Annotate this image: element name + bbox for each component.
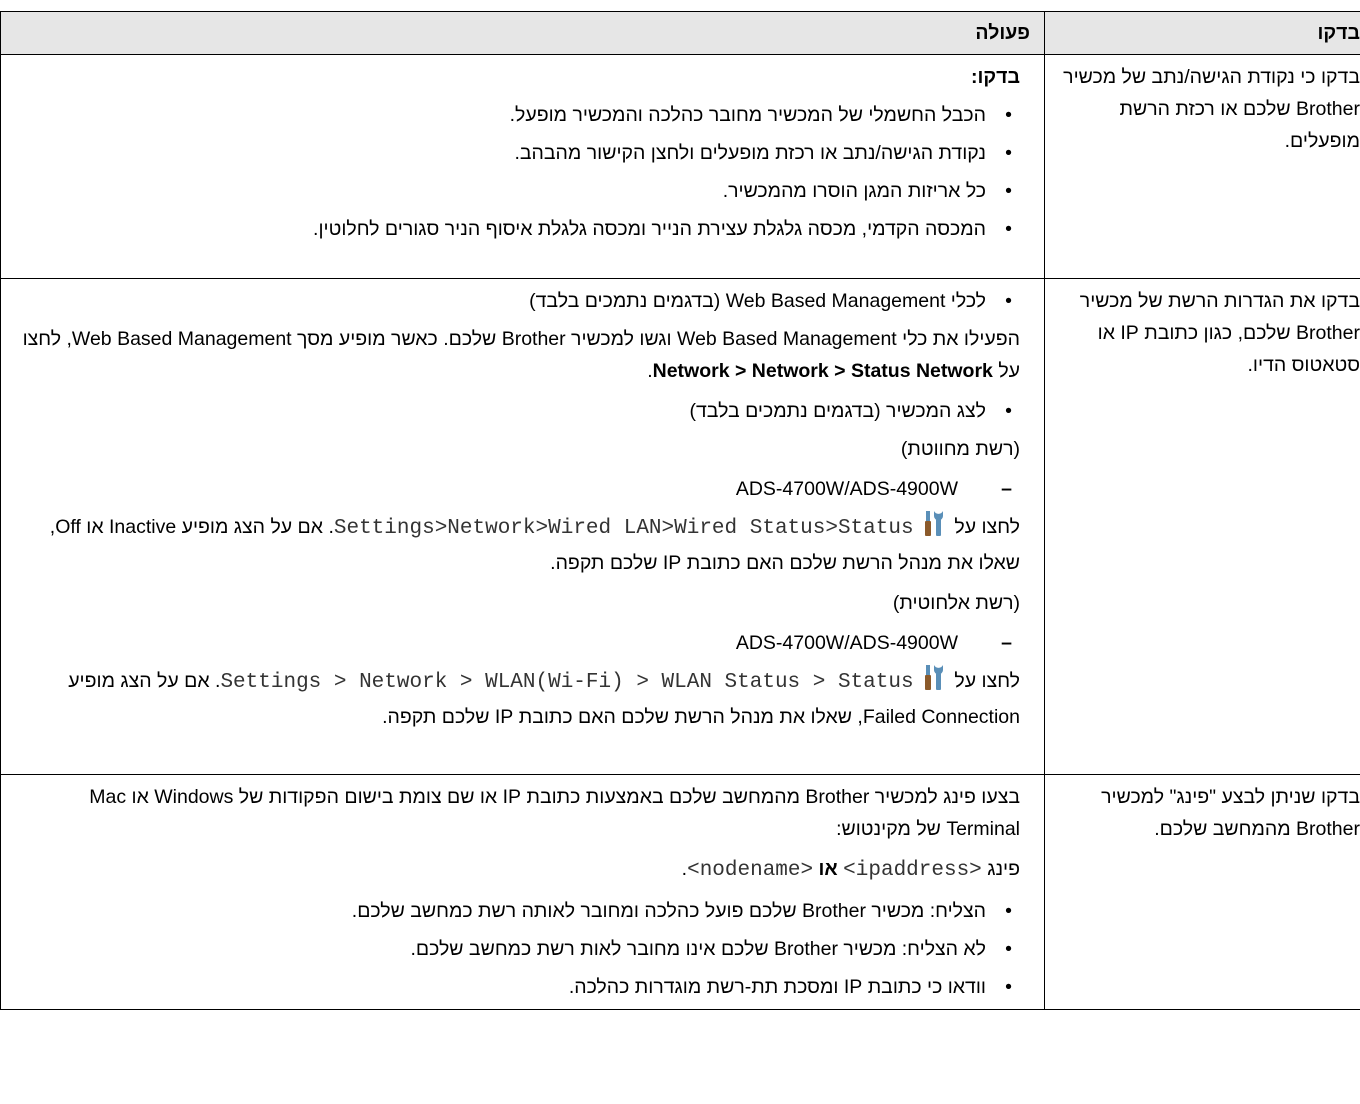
check-cell: בדקו את הגדרות הרשת של מכשיר Brother שלכ…: [1044, 278, 1360, 775]
ping-arg-ipaddress: <ipaddress>: [843, 859, 982, 882]
check-cell: בדקו כי נקודת הגישה/נתב של מכשיר Brother…: [1044, 54, 1360, 279]
list-item: הצליח: מכשיר Brother שלכם פועל כהלכה ומח…: [11, 895, 1020, 927]
list-item: כל אריזות המגן הוסרו מהמכשיר.: [11, 175, 1020, 207]
model-name: ADS-4700W/ADS-4900W: [11, 473, 1020, 505]
list-item: הכבל החשמלי של המכשיר מחובר כהלכה והמכשי…: [11, 99, 1020, 131]
ping-arg-nodename: <nodename>: [687, 859, 814, 882]
web-menu-path: Network > Network > Status Network: [652, 360, 993, 382]
action-cell: בדקו: הכבל החשמלי של המכשיר מחובר כהלכה …: [0, 54, 1045, 279]
list-item: נקודת הגישה/נתב או רכזת מופעלים ולחצן הק…: [11, 137, 1020, 169]
list-item: המכסה הקדמי, מכסה גלגלת עצירת הנייר ומכס…: [11, 213, 1020, 245]
list-item: וודאו כי כתובת IP ומסכת תת-רשת מוגדרות כ…: [11, 971, 1020, 1003]
ping-intro: בצעו פינג למכשיר Brother מהמחשב שלכם באמ…: [89, 786, 1020, 840]
check-label: בדקו:: [971, 66, 1020, 88]
ping-or: או: [818, 858, 838, 880]
settings-tools-icon: [923, 663, 945, 701]
check-cell: בדקו שניתן לבצע "פינג" למכשיר Brother מה…: [1044, 774, 1360, 1010]
table-row: בדקו כי נקודת הגישה/נתב של מכשיר Brother…: [0, 54, 1360, 279]
list-item-panel: לצג המכשיר (בדגמים נתמכים בלבד): [11, 395, 1020, 427]
wired-menu-path: Settings>Network>Wired LAN>Wired Status>…: [333, 517, 914, 540]
press-on-text: לחצו על: [954, 516, 1020, 538]
wired-instructions: לחצו על Settings>Network>Wired LAN>Wired…: [11, 509, 1020, 579]
model-name: ADS-4700W/ADS-4900W: [11, 627, 1020, 659]
press-on-text: לחצו על: [954, 670, 1020, 692]
header-check: בדקו: [1044, 11, 1360, 55]
action-cell: בצעו פינג למכשיר Brother מהמחשב שלכם באמ…: [0, 774, 1045, 1010]
table-row: בדקו את הגדרות הרשת של מכשיר Brother שלכ…: [0, 278, 1360, 775]
table-row: בדקו שניתן לבצע "פינג" למכשיר Brother מה…: [0, 774, 1360, 1010]
header-action: פעולה: [0, 11, 1045, 55]
wireless-instructions: לחצו על Settings > Network > WLAN(Wi-Fi)…: [11, 663, 1020, 733]
wired-label: (רשת מחווטת): [900, 438, 1020, 460]
table-header-row: בדקו פעולה: [0, 11, 1360, 55]
settings-tools-icon: [923, 509, 945, 547]
wireless-label: (רשת אלחוטית): [892, 592, 1020, 614]
ping-command: פינג <ipaddress> או <nodename>.: [11, 853, 1020, 887]
web-instructions: הפעילו את כלי Web Based Management וגשו …: [11, 323, 1020, 387]
list-item-web: לכלי Web Based Management (בדגמים נתמכים…: [11, 285, 1020, 317]
troubleshooting-table: בדקו פעולה בדקו כי נקודת הגישה/נתב של מכ…: [0, 11, 1360, 1010]
list-item: לא הצליח: מכשיר Brother שלכם אינו מחובר …: [11, 933, 1020, 965]
ping-word: פינג: [987, 858, 1020, 880]
wireless-menu-path: Settings > Network > WLAN(Wi-Fi) > WLAN …: [220, 671, 914, 694]
action-cell: לכלי Web Based Management (בדגמים נתמכים…: [0, 278, 1045, 775]
